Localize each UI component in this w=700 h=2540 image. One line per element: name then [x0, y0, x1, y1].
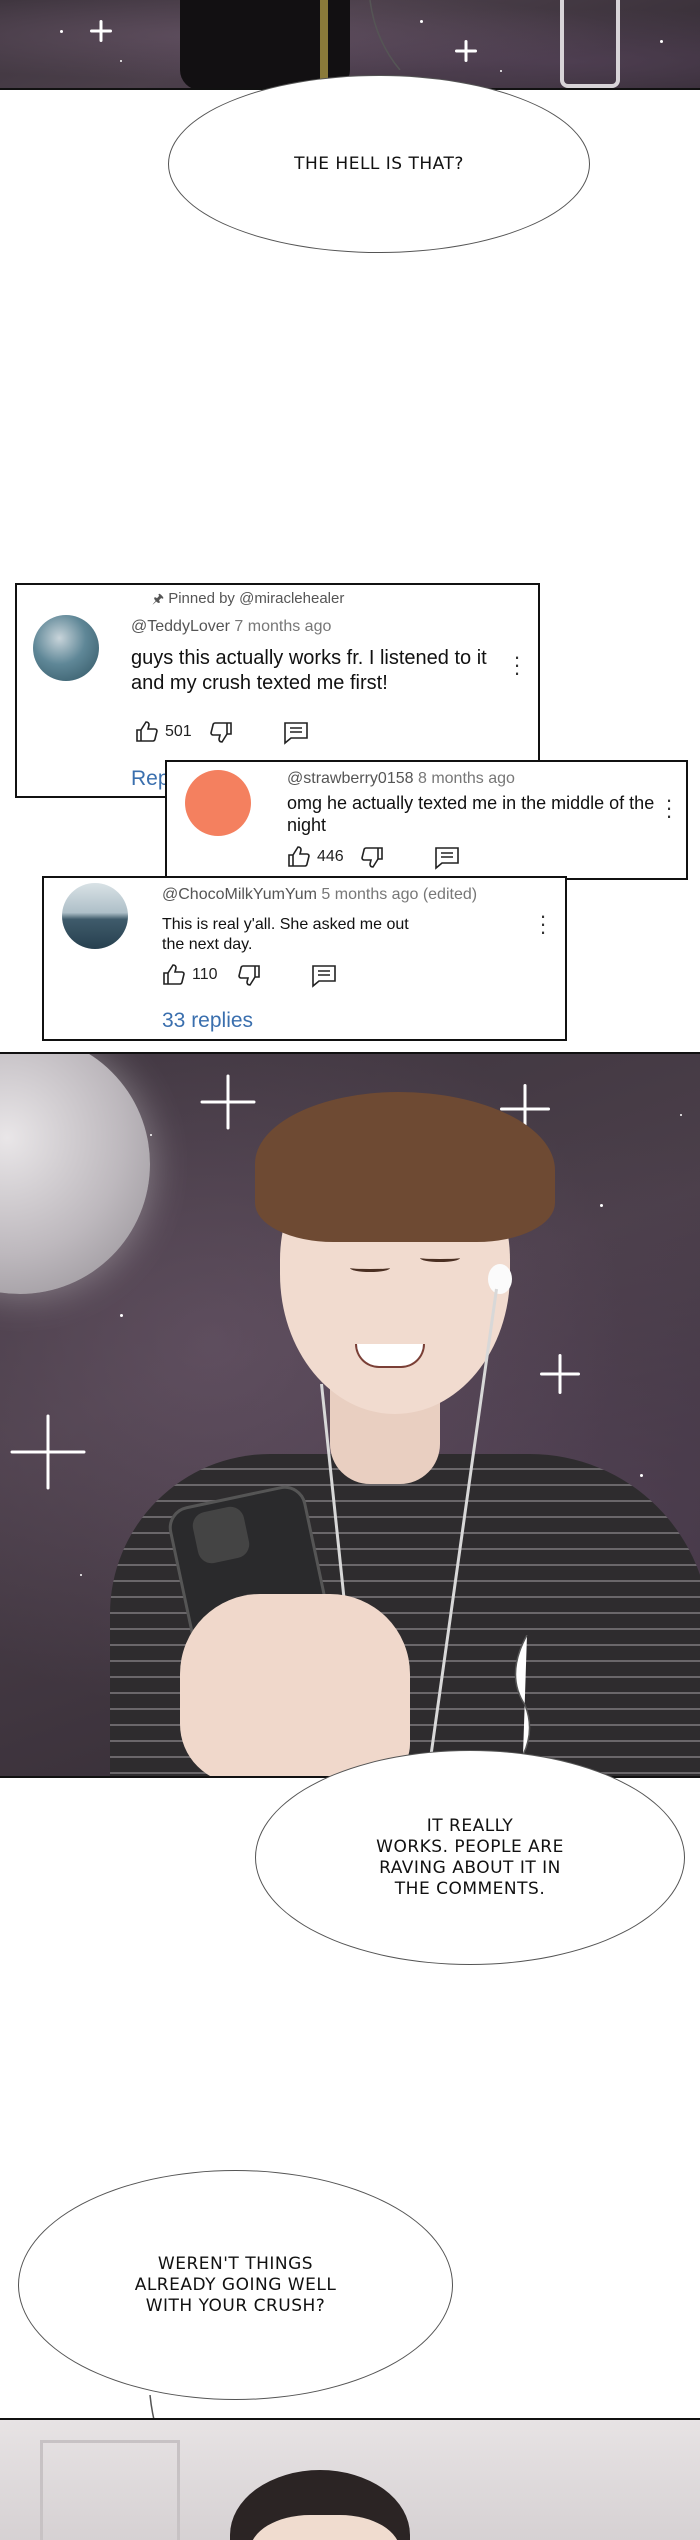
wall-frame [40, 2440, 180, 2540]
lamp-stand [320, 0, 328, 88]
comment-user[interactable]: @ChocoMilkYumYum [162, 886, 317, 903]
reply-icon[interactable] [311, 964, 337, 988]
earphone-left [488, 1264, 512, 1294]
more-options-icon[interactable]: · · · [664, 789, 674, 827]
starry-panel [0, 1052, 700, 1778]
like-count: 110 [192, 966, 218, 983]
replies-link[interactable]: Rep [131, 767, 170, 791]
sparkle [10, 1414, 85, 1489]
moon [0, 1054, 150, 1294]
avatar[interactable] [33, 615, 99, 681]
bubble-tail-works [514, 1635, 531, 1755]
thumbs-up-icon [163, 964, 185, 985]
character-hair [255, 1092, 555, 1242]
comment-card-chocomilk: @ChocoMilkYumYum 5 months ago (edited) T… [42, 876, 567, 1041]
sparkle [540, 1354, 580, 1394]
replies-link[interactable]: 33 replies [162, 1009, 253, 1033]
character-eye-left [350, 1264, 390, 1272]
comment-user[interactable]: @strawberry0158 [287, 770, 414, 787]
pinned-label: 🖈 Pinned by @miraclehealer [152, 590, 345, 607]
comment-time: 7 months ago [234, 618, 332, 635]
comment-user[interactable]: @TeddyLover [131, 618, 230, 635]
comment-text: omg he actually texted me in the middle … [287, 793, 655, 835]
comment-card-strawberry: @strawberry0158 8 months ago omg he actu… [165, 760, 688, 880]
comment-time: 5 months ago (edited) [321, 886, 478, 903]
more-options-icon[interactable]: · · · [538, 905, 548, 943]
bottom-panel [0, 2418, 700, 2540]
like-button[interactable]: 110 [162, 963, 218, 987]
thumbs-down-icon[interactable] [360, 845, 384, 869]
bubble-text-top: THE HELL IS THAT? [294, 153, 464, 174]
chair [560, 0, 620, 88]
like-count: 446 [317, 848, 344, 865]
speech-bubble-top: THE HELL IS THAT? [168, 75, 590, 253]
pin-icon: 🖈 [152, 591, 165, 606]
bubble-tail-top [369, 0, 401, 70]
comment-meta: @TeddyLover 7 months ago [131, 618, 331, 636]
hands [180, 1594, 410, 1776]
comment-time: 8 months ago [417, 770, 515, 787]
character-eye-right [420, 1254, 460, 1262]
avatar[interactable] [62, 883, 128, 949]
comment-meta: @strawberry0158 8 months ago [287, 770, 515, 788]
more-options-icon[interactable]: · · · [512, 646, 522, 684]
thumbs-up-icon [136, 721, 158, 742]
speech-bubble-crush: WEREN'T THINGS ALREADY GOING WELL WITH Y… [18, 2170, 453, 2400]
comment-meta: @ChocoMilkYumYum 5 months ago (edited) [162, 886, 477, 904]
reply-icon[interactable] [434, 846, 460, 870]
thumbs-down-icon[interactable] [209, 720, 233, 744]
comment-text: guys this actually works fr. I listened … [131, 647, 487, 694]
reply-icon[interactable] [283, 721, 309, 745]
bubble-text-works: IT REALLY WORKS. PEOPLE ARE RAVING ABOUT… [376, 1815, 564, 1899]
sparkle [200, 1074, 255, 1129]
like-button[interactable]: 501 [135, 720, 192, 744]
bubble-text-crush: WEREN'T THINGS ALREADY GOING WELL WITH Y… [134, 2253, 337, 2316]
speech-bubble-works: IT REALLY WORKS. PEOPLE ARE RAVING ABOUT… [255, 1750, 685, 1965]
thumbs-down-icon[interactable] [237, 963, 261, 987]
thumbs-up-icon [288, 846, 310, 867]
comment-text: This is real y'all. She asked me out the… [162, 916, 409, 953]
like-count: 501 [165, 723, 192, 740]
like-button[interactable]: 446 [287, 845, 344, 869]
avatar[interactable] [185, 770, 251, 836]
